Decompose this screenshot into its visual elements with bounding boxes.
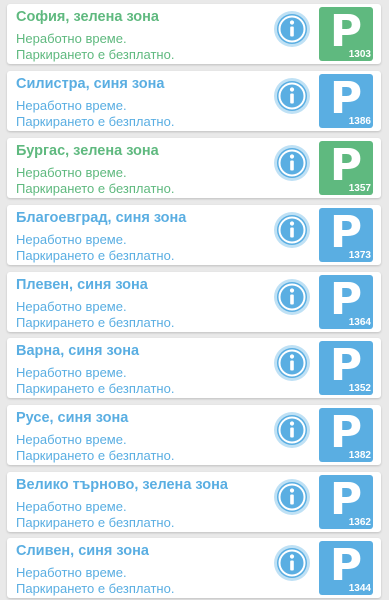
info-button[interactable] <box>273 278 311 316</box>
info-icon <box>274 479 310 515</box>
sms-number: 1344 <box>348 583 371 594</box>
zone-card[interactable]: Силистра, синя зона Неработно време. Парки… <box>7 71 381 131</box>
parking-button[interactable]: P 1382 <box>319 407 373 462</box>
zone-card[interactable]: София, зелена зона Неработно време. Паркир… <box>7 4 381 64</box>
zone-status: Неработно време. <box>16 98 127 113</box>
parking-button[interactable]: P 1344 <box>319 540 373 595</box>
info-icon <box>274 545 310 581</box>
info-button[interactable] <box>273 411 311 449</box>
parking-button[interactable]: P 1373 <box>319 207 373 262</box>
zone-card[interactable]: Сливен, синя зона Неработно време. Паркира… <box>7 538 381 598</box>
info-icon <box>274 345 310 381</box>
zone-status: Неработно време. <box>16 299 127 314</box>
zone-title: Велико търново, зелена зона <box>16 477 228 493</box>
zone-status: Неработно време. <box>16 499 127 514</box>
zone-title: Силистра, синя зона <box>16 76 165 92</box>
parking-button[interactable]: P 1357 <box>319 140 373 195</box>
sms-number: 1386 <box>348 116 371 127</box>
zone-title: Плевен, синя зона <box>16 277 148 293</box>
zone-status: Неработно време. <box>16 565 127 580</box>
zone-status: Неработно време. <box>16 31 127 46</box>
sms-number: 1364 <box>348 317 371 328</box>
sms-number: 1352 <box>348 383 371 394</box>
parking-button[interactable]: P 1386 <box>319 73 373 128</box>
zone-note: Паркирането е безплатно. <box>16 114 175 129</box>
info-icon <box>274 412 310 448</box>
zone-title: Сливен, синя зона <box>16 543 149 559</box>
zone-card[interactable]: Бургас, зелена зона Неработно време. Парки… <box>7 138 381 198</box>
zone-status: Неработно време. <box>16 432 127 447</box>
info-button[interactable] <box>273 10 311 48</box>
info-icon <box>274 279 310 315</box>
zone-status: Неработно време. <box>16 365 127 380</box>
zone-title: Бургас, зелена зона <box>16 143 159 159</box>
zone-card[interactable]: Варна, синя зона Неработно време. Паркиран… <box>7 338 381 398</box>
parking-button[interactable]: P 1364 <box>319 274 373 329</box>
info-button[interactable] <box>273 211 311 249</box>
info-button[interactable] <box>273 144 311 182</box>
zone-note: Паркирането е безплатно. <box>16 47 175 62</box>
zone-title: Благоевград, синя зона <box>16 210 187 226</box>
zone-note: Паркирането е безплатно. <box>16 315 175 330</box>
sms-number: 1373 <box>348 250 371 261</box>
zone-card[interactable]: Плевен, синя зона Неработно време. Паркира… <box>7 272 381 332</box>
sms-number: 1362 <box>348 517 371 528</box>
zone-card[interactable]: Велико търново, зелена зона Неработно вре… <box>7 472 381 532</box>
info-icon <box>274 145 310 181</box>
sms-number: 1382 <box>348 450 371 461</box>
info-icon <box>274 11 310 47</box>
sms-number: 1303 <box>348 49 371 60</box>
info-button[interactable] <box>273 77 311 115</box>
zone-note: Паркирането е безплатно. <box>16 515 175 530</box>
zone-card[interactable]: Русе, синя зона Неработно време. Паркиране… <box>7 405 381 465</box>
zone-note: Паркирането е безплатно. <box>16 181 175 196</box>
parking-button[interactable]: P 1362 <box>319 474 373 529</box>
parking-button[interactable]: P 1352 <box>319 340 373 395</box>
parking-zone-list: София, зелена зона Неработно време. Паркир… <box>0 0 389 600</box>
info-icon <box>274 212 310 248</box>
info-button[interactable] <box>273 344 311 382</box>
sms-number: 1357 <box>348 183 371 194</box>
info-icon <box>274 78 310 114</box>
zone-note: Паркирането е безплатно. <box>16 581 175 596</box>
zone-note: Паркирането е безплатно. <box>16 248 175 263</box>
zone-status: Неработно време. <box>16 232 127 247</box>
zone-note: Паркирането е безплатно. <box>16 381 175 396</box>
zone-status: Неработно време. <box>16 165 127 180</box>
zone-card[interactable]: Благоевград, синя зона Неработно време. Па… <box>7 205 381 265</box>
zone-note: Паркирането е безплатно. <box>16 448 175 463</box>
zone-title: Варна, синя зона <box>16 343 140 359</box>
info-button[interactable] <box>273 478 311 516</box>
zone-title: Русе, синя зона <box>16 410 129 426</box>
zone-title: София, зелена зона <box>16 9 159 25</box>
info-button[interactable] <box>273 544 311 582</box>
parking-button[interactable]: P 1303 <box>319 6 373 61</box>
